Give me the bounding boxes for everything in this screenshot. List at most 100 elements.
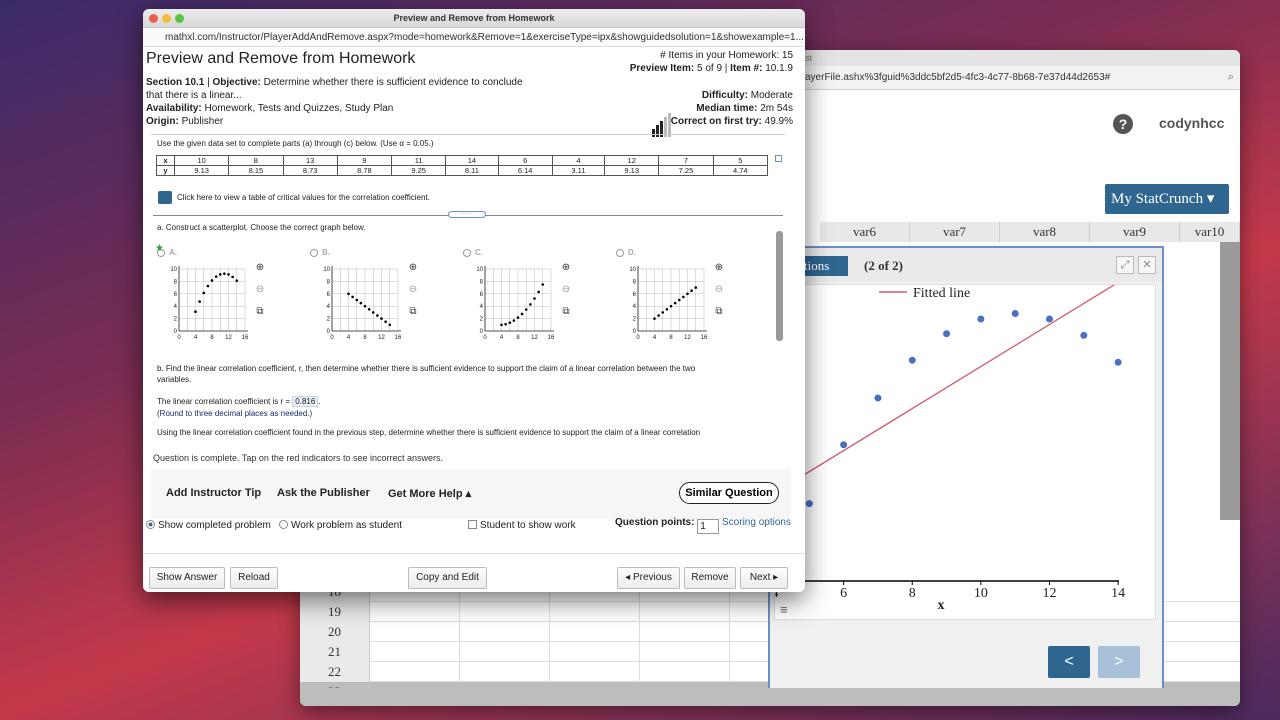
r-answer-field[interactable]: 0.816 <box>292 396 319 407</box>
x-tick-label: 4 <box>500 335 504 341</box>
open-external-icon[interactable]: ⧉ <box>253 305 267 319</box>
table-cell: 9 <box>336 155 393 166</box>
x-tick-label: 16 <box>395 335 402 341</box>
table-cell: 11 <box>390 155 447 166</box>
choice-radio[interactable] <box>463 249 471 257</box>
x-tick-label: 4 <box>347 335 351 341</box>
choice-d[interactable]: D. 0 4 8 12 16 0 2 4 6 8 10 ⊕ ⊖ ⧉ <box>616 245 746 347</box>
points-input[interactable]: 1 <box>697 519 720 534</box>
ask-publisher-link[interactable]: Ask the Publisher <box>277 487 370 499</box>
open-external-icon[interactable]: ⧉ <box>406 305 420 319</box>
choice-a[interactable]: ★ A. 0 4 8 12 16 0 2 4 6 8 10 ⊕ ⊖ ⧉ <box>155 243 287 347</box>
column-header[interactable]: var9 <box>1090 222 1180 242</box>
open-external-icon[interactable]: ⧉ <box>712 305 726 319</box>
zoom-in-icon[interactable]: ⊕ <box>253 261 267 275</box>
close-icon[interactable]: ✕ <box>1138 256 1156 274</box>
mystatcrunch-menu-button[interactable]: My StatCrunch ▾ <box>1105 184 1229 214</box>
zoom-window-button[interactable] <box>175 14 184 23</box>
previous-button[interactable]: ◂ Previous <box>617 567 680 589</box>
close-window-button[interactable] <box>149 14 158 23</box>
cell[interactable] <box>640 642 730 662</box>
remove-button[interactable]: Remove <box>684 567 736 589</box>
question-scrollbar[interactable] <box>776 231 783 341</box>
row-number[interactable]: 22 <box>300 662 370 682</box>
get-more-help-link[interactable]: Get More Help ▴ <box>388 487 471 500</box>
expand-icon[interactable]: ⤢ <box>1116 256 1134 274</box>
cell[interactable] <box>640 662 730 682</box>
cell[interactable] <box>460 602 550 622</box>
zoom-out-icon[interactable]: ⊖ <box>559 283 573 297</box>
data-point <box>347 292 350 296</box>
cell[interactable] <box>370 622 460 642</box>
minimize-window-button[interactable] <box>162 14 171 23</box>
next-button[interactable]: Next ▸ <box>740 567 788 589</box>
copy-and-edit-button[interactable]: Copy and Edit <box>408 567 487 589</box>
zoom-icon[interactable]: ⌕ <box>1228 71 1234 84</box>
next-graph-button[interactable]: > <box>1098 646 1140 678</box>
zoom-in-icon[interactable]: ⊕ <box>712 261 726 275</box>
address-bar[interactable]: mathxl.com/Instructor/PlayerAddAndRemove… <box>143 29 805 47</box>
zoom-in-icon[interactable]: ⊕ <box>406 261 420 275</box>
cell[interactable] <box>460 662 550 682</box>
help-icon[interactable]: ? <box>1113 114 1133 134</box>
cell[interactable] <box>640 622 730 642</box>
table-cell: 6 <box>497 155 553 166</box>
zoom-out-icon[interactable]: ⊖ <box>712 283 726 297</box>
x-tick-label: 8 <box>210 335 214 341</box>
data-point <box>669 304 673 308</box>
critical-values-link[interactable]: Click here to view a table of critical v… <box>177 193 430 202</box>
radio-selected[interactable] <box>146 520 155 529</box>
reload-button[interactable]: Reload <box>230 567 278 589</box>
cell[interactable] <box>550 622 640 642</box>
vertical-scrollbar[interactable] <box>1220 242 1240 520</box>
cell[interactable] <box>460 642 550 662</box>
column-header[interactable]: var8 <box>1000 222 1090 242</box>
zoom-out-icon[interactable]: ⊖ <box>253 283 267 297</box>
cell[interactable] <box>370 642 460 662</box>
cell[interactable] <box>640 602 730 622</box>
menu-icon[interactable]: ≡ <box>780 602 788 617</box>
data-point <box>516 316 520 319</box>
choice-c[interactable]: C. 0 4 8 12 16 0 2 4 6 8 10 ⊕ ⊖ ⧉ <box>463 245 593 347</box>
y-row: y 9.13 8.15 8.73 8.78 9.25 8.11 6.14 3.1… <box>156 165 769 176</box>
row-number[interactable]: 21 <box>300 642 370 662</box>
window-titlebar[interactable]: Preview and Remove from Homework <box>143 9 805 28</box>
book-icon[interactable] <box>158 191 172 204</box>
column-header[interactable]: var10 <box>1180 222 1240 242</box>
open-external-icon[interactable]: ⧉ <box>559 305 573 319</box>
student-show-work-option[interactable]: Student to show work <box>468 520 576 531</box>
previous-graph-button[interactable]: < <box>1048 646 1090 678</box>
choice-b[interactable]: B. 0 4 8 12 16 0 2 4 6 8 10 ⊕ ⊖ ⧉ <box>310 245 440 347</box>
cell[interactable] <box>370 602 460 622</box>
column-header[interactable]: var7 <box>910 222 1000 242</box>
row-number[interactable]: 20 <box>300 622 370 642</box>
cell[interactable] <box>550 662 640 682</box>
scoring-options-link[interactable]: Scoring options <box>722 517 791 528</box>
cell[interactable] <box>370 662 460 682</box>
horizontal-scrollbar[interactable] <box>300 688 1240 706</box>
cell[interactable] <box>460 622 550 642</box>
checkbox[interactable] <box>468 520 477 529</box>
zoom-out-icon[interactable]: ⊖ <box>406 283 420 297</box>
choice-radio[interactable] <box>616 249 624 257</box>
graph-titlebar[interactable]: tions (2 of 2) ⤢ ✕ <box>770 248 1162 282</box>
column-header[interactable]: var6 <box>820 222 910 242</box>
row-number[interactable]: 19 <box>300 602 370 622</box>
show-answer-button[interactable]: Show Answer <box>149 567 225 589</box>
zoom-in-icon[interactable]: ⊕ <box>559 261 573 275</box>
show-completed-option[interactable]: Show completed problem <box>146 520 271 531</box>
username[interactable]: codynhcc <box>1159 115 1224 131</box>
copy-table-icon[interactable] <box>775 155 782 162</box>
choice-radio[interactable] <box>310 249 318 257</box>
cell[interactable] <box>550 602 640 622</box>
correct-first-try-value: 49.9% <box>764 116 793 127</box>
cell[interactable] <box>550 642 640 662</box>
y-tick-label: 10 <box>170 267 177 273</box>
radio-unselected[interactable] <box>279 520 288 529</box>
y-tick-label: 8 <box>633 279 637 285</box>
add-instructor-tip-link[interactable]: Add Instructor Tip <box>166 487 261 499</box>
difficulty-label: Difficulty: <box>701 90 748 101</box>
divider-handle[interactable]: ······ <box>448 211 486 218</box>
work-as-student-option[interactable]: Work problem as student <box>279 520 402 531</box>
similar-question-button[interactable]: Similar Question <box>679 482 779 504</box>
